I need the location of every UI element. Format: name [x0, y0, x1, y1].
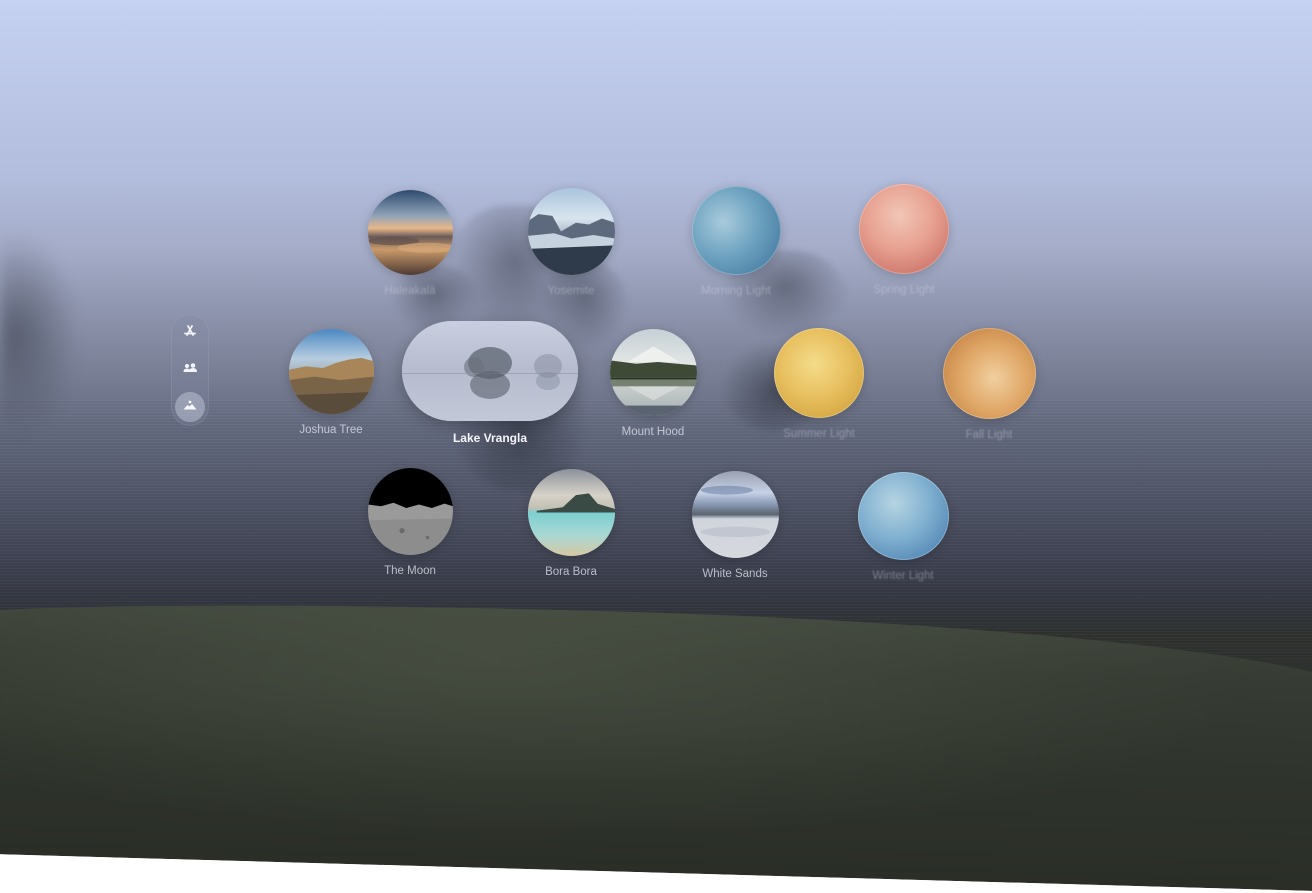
- environment-yosemite[interactable]: Yosemite: [527, 188, 615, 297]
- environment-label: Morning Light: [701, 285, 771, 297]
- environment-label: Fall Light: [965, 429, 1013, 441]
- environment-label: Yosemite: [547, 285, 595, 297]
- environment-the-moon[interactable]: The Moon: [367, 468, 453, 577]
- summer-light-thumbnail: [774, 328, 864, 418]
- sidebar-item-apps[interactable]: [175, 318, 205, 348]
- environment-label: Haleakalā: [384, 285, 436, 297]
- environment-fall-light[interactable]: Fall Light: [942, 328, 1036, 441]
- white-sands-thumbnail: [691, 471, 779, 558]
- environment-label: Bora Bora: [545, 566, 597, 578]
- yosemite-thumbnail: [527, 188, 615, 275]
- environment-label: Lake Vrangla: [452, 431, 528, 445]
- environment-label: Summer Light: [783, 428, 855, 440]
- environment-spring-light[interactable]: Spring Light: [858, 184, 950, 296]
- environment-morning-light[interactable]: Morning Light: [691, 186, 781, 297]
- app-store-icon: [182, 323, 198, 344]
- environment-label: The Moon: [384, 565, 436, 577]
- environment-joshua-tree[interactable]: Joshua Tree: [288, 329, 374, 436]
- fall-light-thumbnail: [942, 328, 1036, 419]
- environment-white-sands[interactable]: White Sands: [691, 471, 779, 580]
- environment-haleakala[interactable]: Haleakalā: [367, 190, 453, 297]
- environment-label: Joshua Tree: [299, 424, 363, 436]
- environment-label: Winter Light: [872, 570, 934, 582]
- side-ornament: [171, 314, 209, 426]
- mount-hood-thumbnail: [609, 329, 697, 416]
- environment-lake-vrangla[interactable]: Lake Vrangla: [402, 321, 578, 445]
- haleakala-thumbnail: [367, 190, 453, 275]
- environment-summer-light[interactable]: Summer Light: [773, 328, 865, 440]
- environment-bora-bora[interactable]: Bora Bora: [527, 469, 615, 578]
- fog-trees-left: [0, 230, 80, 440]
- spring-light-thumbnail: [859, 184, 949, 274]
- winter-light-thumbnail: [857, 472, 949, 560]
- environment-mount-hood[interactable]: Mount Hood: [609, 329, 697, 438]
- environment-label: White Sands: [702, 568, 768, 580]
- sidebar-item-environments[interactable]: [175, 392, 205, 422]
- joshua-tree-thumbnail: [288, 329, 374, 414]
- the-moon-thumbnail: [367, 468, 453, 555]
- environment-label: Mount Hood: [621, 426, 685, 438]
- environment-winter-light[interactable]: Winter Light: [857, 472, 949, 582]
- bora-bora-thumbnail: [527, 469, 615, 556]
- landscape-icon: [182, 397, 198, 418]
- environment-label: Spring Light: [873, 284, 935, 296]
- morning-light-thumbnail: [691, 186, 781, 275]
- lake-vrangla-thumbnail: [402, 321, 578, 421]
- sidebar-item-people[interactable]: [175, 355, 205, 385]
- people-icon: [182, 360, 198, 381]
